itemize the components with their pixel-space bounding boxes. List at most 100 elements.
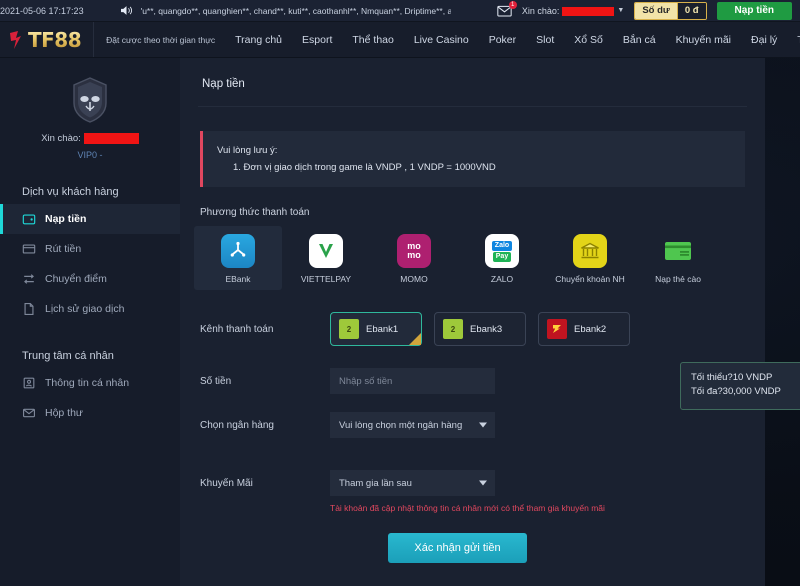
sidebar-item-hop-thu[interactable]: Hộp thư	[0, 398, 180, 428]
tooltip-min-text: Tối thiểu?10 VNDP	[691, 372, 800, 383]
sidebar-username-redacted	[84, 133, 139, 144]
account-sidebar: Xin chào: VIP0 - Dịch vụ khách hàng Nạp …	[0, 58, 180, 586]
announcement-marquee: 'u**, quangdo**, quanghien**, chand**, k…	[141, 6, 451, 16]
ebank-icon	[221, 234, 255, 268]
nav-item-ban-ca[interactable]: Bắn cá	[613, 22, 666, 58]
wallet-icon	[22, 212, 36, 226]
nav-item-tai-app[interactable]: Tải APP	[787, 22, 800, 58]
sidebar-greeting-label: Xin chào:	[41, 133, 81, 144]
nav-item-live-casino[interactable]: Live Casino	[404, 22, 479, 58]
nav-item-trang-chu[interactable]: Trang chủ	[225, 22, 292, 58]
account-greeting[interactable]: Xin chào: ▼	[522, 6, 624, 16]
sidebar-item-label: Hộp thư	[45, 407, 83, 419]
sidebar-item-label: Nạp tiền	[45, 213, 86, 225]
cash-out-icon	[22, 242, 36, 256]
payment-method-prepaid-card[interactable]: Nạp thẻ cào	[634, 226, 722, 290]
payment-method-label: Chuyển khoản NH	[555, 274, 624, 284]
payment-method-label: ZALO	[491, 274, 513, 284]
promo-select-value: Tham gia lần sau	[339, 478, 412, 489]
sidebar-section-customer-service: Dịch vụ khách hàng	[0, 186, 180, 198]
main-navigation: TF88 Đặt cược theo thời gian thực Trang …	[0, 22, 800, 58]
promo-label: Khuyến Mãi	[200, 478, 330, 489]
sidebar-section-personal-center: Trung tâm cá nhân	[0, 350, 180, 362]
sidebar-item-label: Rút tiền	[45, 243, 81, 255]
zalopay-icon: Zalo Pay	[485, 234, 519, 268]
logo-mark-icon	[8, 30, 26, 50]
promo-row: Khuyến Mãi Tham gia lần sau	[180, 470, 765, 496]
nav-item-slot[interactable]: Slot	[526, 22, 564, 58]
nav-item-xo-so[interactable]: Xổ Số	[564, 22, 613, 58]
bank-transfer-icon	[573, 234, 607, 268]
nav-item-dai-ly[interactable]: Đại lý	[741, 22, 787, 58]
channel-label: Ebank3	[470, 324, 502, 335]
channel-label: Ebank1	[366, 324, 398, 335]
envelope-icon	[22, 406, 36, 420]
tooltip-max-text: Tối đa?30,000 VNDP	[691, 386, 800, 397]
chevron-down-icon[interactable]: ▼	[617, 7, 624, 14]
promo-select[interactable]: Tham gia lần sau	[330, 470, 495, 496]
payment-methods-label: Phương thức thanh toán	[180, 207, 765, 218]
momo-icon: mo mo	[397, 234, 431, 268]
speaker-icon[interactable]	[120, 5, 133, 16]
page-body: Xin chào: VIP0 - Dịch vụ khách hàng Nạp …	[0, 58, 800, 586]
profile-summary: Xin chào: VIP0 -	[0, 76, 180, 160]
balance-amount: 0 đ	[677, 3, 706, 19]
payment-method-momo[interactable]: mo mo MOMO	[370, 226, 458, 290]
bank-select[interactable]: Vui lòng chọn một ngân hàng	[330, 412, 495, 438]
nav-item-the-thao[interactable]: Thể thao	[342, 22, 403, 58]
sidebar-item-label: Chuyển điểm	[45, 273, 107, 285]
payment-method-label: EBank	[225, 274, 250, 284]
top-status-bar: 2021-05-06 17:17:23 'u**, quangdo**, qua…	[0, 0, 800, 22]
payment-method-label: Nạp thẻ cào	[655, 274, 701, 284]
amount-input[interactable]	[330, 368, 495, 394]
nav-item-khuyen-mai[interactable]: Khuyến mãi	[666, 22, 741, 58]
channel-ebank3[interactable]: 2 Ebank3	[434, 312, 526, 346]
channel-ebank2[interactable]: Ebank2	[538, 312, 630, 346]
sidebar-item-nap-tien[interactable]: Nạp tiền	[0, 204, 180, 234]
helmet-avatar-icon[interactable]	[68, 76, 112, 124]
payment-method-zalopay[interactable]: Zalo Pay ZALO	[458, 226, 546, 290]
payment-method-bank-transfer[interactable]: Chuyển khoản NH	[546, 226, 634, 290]
greeting-label: Xin chào:	[522, 6, 560, 16]
amount-label: Số tiền	[200, 376, 330, 387]
viettelpay-icon	[309, 234, 343, 268]
submit-deposit-button[interactable]: Xác nhận gửi tiền	[388, 533, 526, 563]
promo-warning-text: Tài khoản đã cập nhật thông tin cá nhân …	[180, 503, 765, 513]
sidebar-item-label: Thông tin cá nhân	[45, 377, 129, 389]
ebank3-icon: 2	[443, 319, 463, 339]
site-logo[interactable]: TF88	[0, 22, 94, 57]
title-divider	[198, 106, 747, 107]
payment-channel-row: Kênh thanh toán 2 Ebank1 2 Ebank3 Ebank2	[180, 312, 765, 346]
sidebar-item-rut-tien[interactable]: Rút tiền	[0, 234, 180, 264]
nav-item-esport[interactable]: Esport	[292, 22, 342, 58]
ebank2-icon	[547, 319, 567, 339]
sidebar-item-chuyen-diem[interactable]: Chuyển điểm	[0, 264, 180, 294]
chevron-down-icon	[479, 481, 487, 486]
username-redacted	[562, 7, 614, 16]
nav-item-poker[interactable]: Poker	[479, 22, 526, 58]
sidebar-item-lich-su-giao-dich[interactable]: Lịch sử giao dịch	[0, 294, 180, 324]
chevron-down-icon	[479, 423, 487, 428]
sidebar-greeting: Xin chào:	[41, 133, 139, 144]
balance-display: Số dư 0 đ	[634, 2, 706, 20]
submit-row: Xác nhận gửi tiền	[180, 533, 765, 563]
payment-methods-list: EBank VIETTELPAY mo mo MOMO Z	[180, 226, 765, 290]
user-card-icon	[22, 376, 36, 390]
nav-tagline: Đặt cược theo thời gian thực	[106, 35, 215, 45]
deposit-panel: Nạp tiền Vui lòng lưu ý: 1. Đơn vị giao …	[180, 58, 765, 586]
payment-channel-label: Kênh thanh toán	[200, 324, 330, 335]
payment-method-label: VIETTELPAY	[301, 274, 351, 284]
payment-method-viettelpay[interactable]: VIETTELPAY	[282, 226, 370, 290]
page-title: Nạp tiền	[180, 58, 765, 90]
document-icon	[22, 302, 36, 316]
top-deposit-button[interactable]: Nạp tiền	[717, 2, 792, 20]
mail-icon[interactable]: 1	[497, 5, 512, 17]
bank-row: Chọn ngân hàng Vui lòng chọn một ngân hà…	[180, 412, 765, 438]
mail-badge-count: 1	[509, 1, 517, 9]
payment-method-label: MOMO	[400, 274, 427, 284]
sidebar-item-thong-tin-ca-nhan[interactable]: Thông tin cá nhân	[0, 368, 180, 398]
channel-ebank1[interactable]: 2 Ebank1	[330, 312, 422, 346]
logo-text: TF88	[28, 28, 81, 52]
payment-method-ebank[interactable]: EBank	[194, 226, 282, 290]
amount-row: Số tiền Tối thiểu?10 VNDP Tối đa?30,000 …	[180, 368, 765, 394]
